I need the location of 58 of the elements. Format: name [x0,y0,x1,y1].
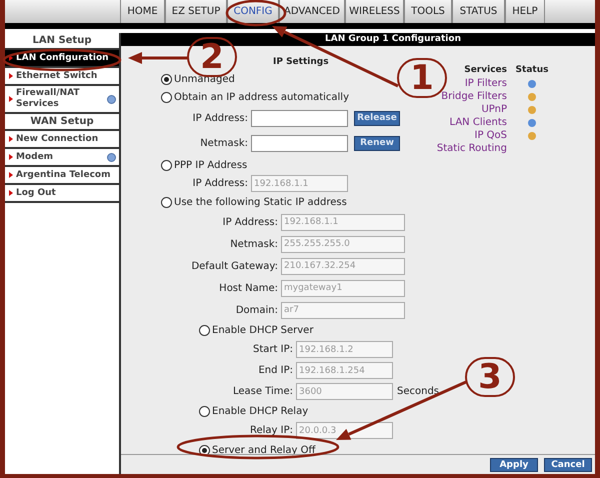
input-field[interactable] [251,110,348,127]
unit-label: Seconds [397,385,440,399]
triangle-icon [9,190,13,196]
service-link[interactable]: UPnP [481,102,507,117]
input-field[interactable] [251,135,348,152]
sidebar-item[interactable]: Firewall/NAT Services [5,86,119,114]
sidebar-item[interactable]: Log Out [5,185,119,203]
service-link[interactable]: IP Filters [464,76,507,91]
page-title: LAN Group 1 Configuration [325,32,461,46]
radio-button[interactable] [161,74,172,84]
radio-label: Enable DHCP Relay [212,404,308,418]
action-button[interactable]: Apply [490,458,538,472]
field-label: Domain: [236,304,278,316]
action-button[interactable]: Release [354,111,400,126]
field-label: Default Gateway: [191,260,278,272]
field-label: Lease Time: [232,386,293,397]
column-header: Status [516,65,548,75]
field-label: IP Address: [192,113,248,124]
service-link[interactable]: Bridge Filters [441,89,507,104]
triangle-icon [9,154,13,160]
service-link[interactable]: Static Routing [436,141,507,156]
sidebar-item[interactable]: Modem [5,149,119,167]
radio-label: Enable DHCP Server [212,324,314,338]
field-label: Netmask: [200,138,248,149]
field-label: IP Address: [222,216,278,228]
radio-label: Use the following Static IP address [174,196,347,210]
service-link[interactable]: LAN Clients [450,115,507,130]
triangle-icon [9,55,13,61]
field-label: Netmask: [230,238,278,250]
section-title: IP Settings [273,57,329,67]
sidebar-item[interactable]: Argentina Telecom [5,167,119,185]
field-label: IP Address: [192,178,248,189]
step-number: 3 [465,357,515,397]
triangle-icon [9,96,13,102]
radio-button[interactable] [161,196,172,208]
radio-button[interactable] [161,92,172,102]
section-heading: LAN Setup [32,34,92,48]
sidebar-item[interactable]: New Connection [5,131,119,149]
action-button[interactable]: Cancel [544,458,592,472]
sidebar-item[interactable]: Ethernet Switch [5,68,119,86]
radio-button[interactable] [199,324,210,336]
column-header: Services [464,65,507,75]
triangle-icon [9,73,13,79]
radio-button[interactable] [199,406,210,416]
section-heading: WAN Setup [30,115,94,129]
triangle-icon [9,136,13,142]
radio-label: PPP IP Address [174,158,248,172]
field-label: Start IP: [253,344,293,355]
triangle-icon [9,172,13,178]
radio-label: Server and Relay Off [212,444,316,458]
service-link[interactable]: IP QoS [474,128,507,143]
action-button[interactable]: Renew [354,136,400,151]
field-label: Host Name: [219,282,278,294]
field-label: Relay IP: [250,425,293,436]
radio-button[interactable] [161,160,172,170]
field-label: End IP: [258,365,293,376]
radio-label: Obtain an IP address automatically [174,90,350,104]
arrow [128,52,188,64]
